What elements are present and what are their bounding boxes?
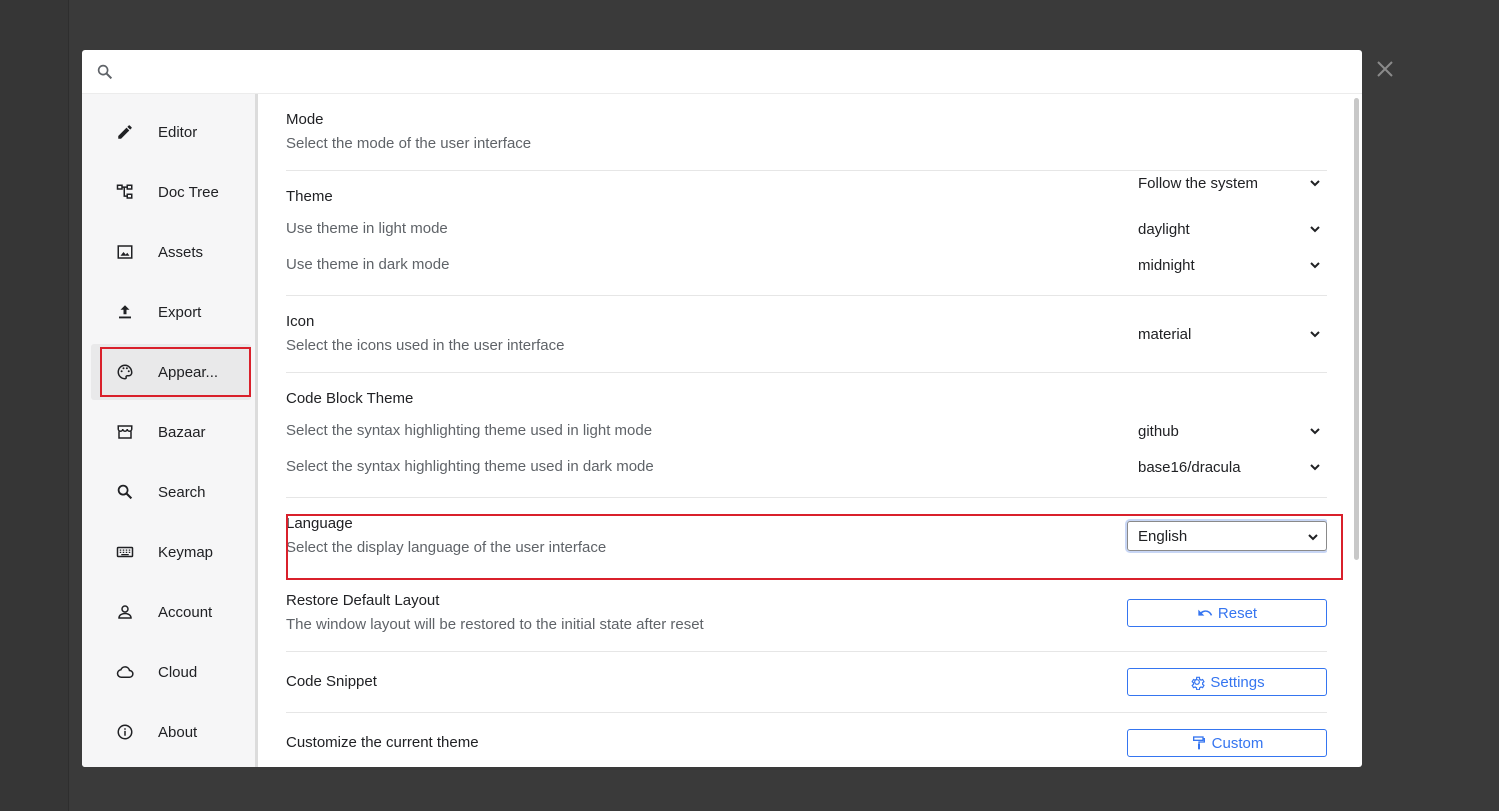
theme-light-desc: Use theme in light mode [286, 220, 448, 237]
settings-search-input[interactable] [122, 56, 1362, 87]
sidebar-item-label: Account [158, 603, 213, 621]
sidebar-item-label: About [158, 723, 198, 741]
image-icon [116, 243, 134, 261]
sidebar-item-label: Assets [158, 243, 204, 261]
sidebar-item-account[interactable]: Account [91, 584, 251, 640]
paint-roller-icon [1191, 735, 1207, 751]
chevron-down-icon [1308, 534, 1318, 541]
search-icon [116, 483, 134, 501]
mode-title: Mode [286, 111, 324, 128]
language-title: Language [286, 515, 353, 532]
divider [286, 295, 1327, 296]
doc-tree-icon [116, 183, 134, 201]
code-block-dark-select[interactable]: base16/dracula [1128, 452, 1327, 482]
sidebar-item-bazaar[interactable]: Bazaar [91, 404, 251, 460]
settings-button-label: Settings [1210, 673, 1265, 691]
divider [286, 170, 1327, 171]
settings-search-bar [82, 50, 1362, 94]
theme-light-select[interactable]: daylight [1128, 214, 1327, 244]
language-select[interactable]: English [1127, 521, 1327, 551]
store-icon [116, 423, 134, 441]
icon-select-value: material [1138, 325, 1192, 343]
keyboard-icon [116, 543, 134, 561]
sidebar-item-export[interactable]: Export [91, 284, 251, 340]
restore-title: Restore Default Layout [286, 592, 440, 609]
reset-layout-button[interactable]: Reset [1127, 599, 1327, 627]
icon-select[interactable]: material [1128, 319, 1327, 349]
undo-icon [1197, 605, 1213, 621]
chevron-down-icon [1310, 180, 1320, 187]
settings-sidebar: Editor Doc Tree Assets Export Appear... [82, 94, 258, 767]
restore-desc: The window layout will be restored to th… [286, 616, 704, 633]
theme-light-value: daylight [1138, 220, 1190, 238]
sidebar-item-cloud[interactable]: Cloud [91, 644, 251, 700]
sidebar-item-label: Doc Tree [158, 183, 219, 201]
icon-title: Icon [286, 313, 315, 330]
info-icon [116, 723, 134, 741]
pencil-icon [116, 123, 134, 141]
chevron-down-icon [1310, 464, 1320, 471]
search-icon [97, 64, 113, 79]
sidebar-item-appearance[interactable]: Appear... [91, 344, 251, 400]
code-block-light-select[interactable]: github [1128, 416, 1327, 446]
snippet-settings-button[interactable]: Settings [1127, 668, 1327, 696]
chevron-down-icon [1310, 428, 1320, 435]
reset-button-label: Reset [1217, 604, 1258, 622]
sidebar-item-label: Export [158, 303, 202, 321]
sidebar-item-label: Bazaar [158, 423, 206, 441]
close-icon [1377, 61, 1393, 77]
sidebar-item-label: Keymap [158, 543, 214, 561]
mode-desc: Select the mode of the user interface [286, 135, 532, 152]
mode-select[interactable]: Follow the system [1128, 168, 1327, 198]
sidebar-item-label: Appear... [158, 363, 219, 381]
sidebar-item-label: Search [158, 483, 206, 501]
code-block-dark-desc: Select the syntax highlighting theme use… [286, 458, 654, 475]
chevron-down-icon [1310, 262, 1320, 269]
divider [286, 712, 1327, 713]
background-left-strip [0, 0, 69, 811]
icon-desc: Select the icons used in the user interf… [286, 337, 565, 354]
theme-dark-select[interactable]: midnight [1128, 250, 1327, 280]
code-block-light-value: github [1138, 422, 1179, 440]
mode-select-value: Follow the system [1138, 174, 1259, 192]
divider [286, 497, 1327, 498]
export-icon [116, 303, 134, 321]
theme-title: Theme [286, 188, 333, 205]
code-block-title: Code Block Theme [286, 390, 414, 407]
snippet-title: Code Snippet [286, 673, 377, 690]
chevron-down-icon [1310, 226, 1320, 233]
custom-theme-button[interactable]: Custom [1127, 729, 1327, 757]
palette-icon [116, 363, 134, 381]
sidebar-item-label: Editor [158, 123, 198, 141]
appearance-settings-panel: Mode Select the mode of the user interfa… [286, 94, 1327, 767]
language-select-value: English [1138, 527, 1188, 545]
sidebar-item-keymap[interactable]: Keymap [91, 524, 251, 580]
code-block-dark-value: base16/dracula [1138, 458, 1241, 476]
divider [286, 372, 1327, 373]
sidebar-item-about[interactable]: About [91, 704, 251, 760]
account-icon [116, 603, 134, 621]
sidebar-item-doc-tree[interactable]: Doc Tree [91, 164, 251, 220]
theme-dark-value: midnight [1138, 256, 1195, 274]
close-button[interactable] [1372, 56, 1398, 82]
sidebar-item-assets[interactable]: Assets [91, 224, 251, 280]
divider [286, 651, 1327, 652]
custom-button-label: Custom [1211, 734, 1264, 752]
sidebar-item-search[interactable]: Search [91, 464, 251, 520]
content-scrollbar[interactable] [1354, 98, 1359, 560]
theme-dark-desc: Use theme in dark mode [286, 256, 450, 273]
code-block-light-desc: Select the syntax highlighting theme use… [286, 422, 653, 439]
cloud-icon [116, 663, 134, 681]
chevron-down-icon [1310, 331, 1320, 338]
gear-icon [1189, 674, 1206, 690]
sidebar-item-label: Cloud [158, 663, 198, 681]
sidebar-item-editor[interactable]: Editor [91, 104, 251, 160]
settings-dialog: Editor Doc Tree Assets Export Appear... [82, 50, 1362, 767]
language-desc: Select the display language of the user … [286, 539, 607, 556]
customize-title: Customize the current theme [286, 734, 479, 751]
